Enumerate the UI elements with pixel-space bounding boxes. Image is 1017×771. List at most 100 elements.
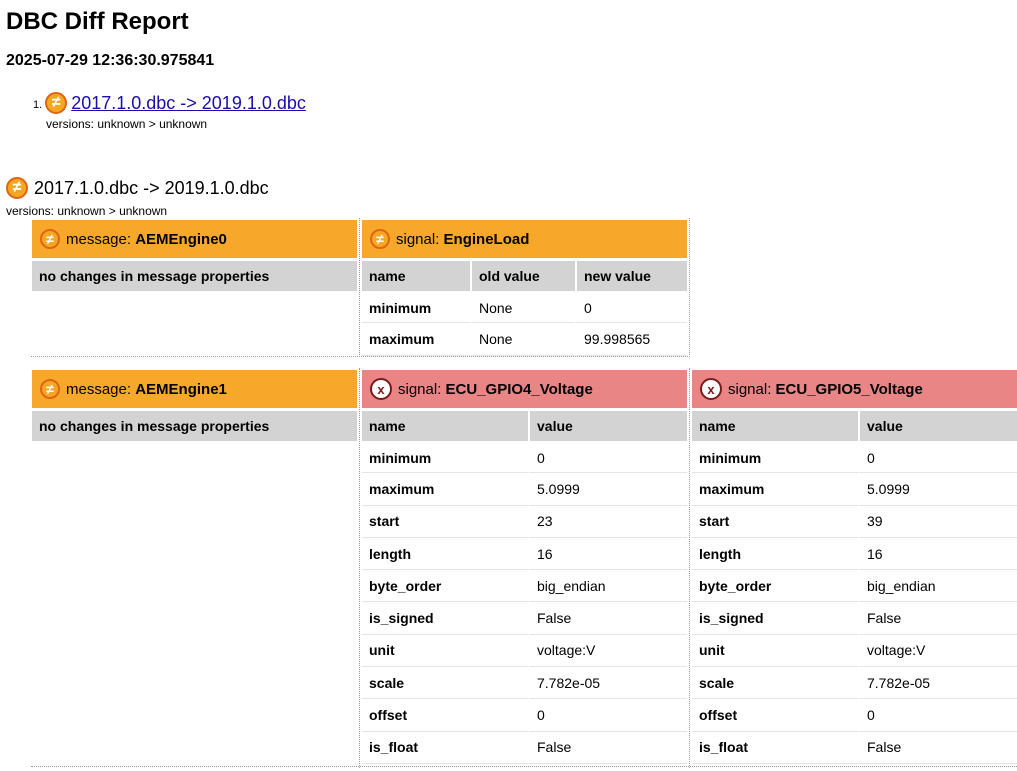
property-value: False	[528, 602, 687, 635]
property-name: scale	[692, 667, 858, 700]
property-name: length	[692, 538, 858, 571]
property-value: voltage:V	[858, 634, 1017, 668]
property-name: offset	[692, 699, 858, 732]
property-name: unit	[362, 635, 528, 668]
property-value: False	[858, 731, 1017, 764]
property-value: 5.0999	[528, 473, 687, 506]
column-header-old-value: old value	[470, 261, 575, 291]
column-divider	[689, 368, 690, 768]
table-row: minimum 0	[362, 441, 687, 474]
toc-item-versions: versions: unknown > unknown	[46, 117, 208, 131]
column-header-new-value: new value	[575, 261, 687, 291]
property-value: 0	[858, 699, 1017, 732]
property-value: big_endian	[528, 570, 687, 603]
no-changes-row: no changes in message properties	[32, 261, 357, 291]
property-value: 39	[858, 505, 1017, 538]
table-row: unit voltage:V	[362, 634, 687, 668]
signal-block: x signal: ECU_GPIO4_Voltage name value m…	[362, 370, 687, 764]
signal-block: x signal: ECU_GPIO5_Voltage name value m…	[692, 370, 1017, 764]
message-prefix: message:	[66, 380, 132, 398]
message-block: ≠ message: AEMEngine1 no changes in mess…	[32, 370, 357, 441]
property-value: False	[858, 602, 1017, 635]
signal-header: x signal: ECU_GPIO4_Voltage	[362, 370, 687, 408]
property-name: byte_order	[692, 570, 858, 603]
message-block: ≠ message: AEMEngine0 no changes in mess…	[32, 220, 357, 291]
property-value: 7.782e-05	[858, 667, 1017, 700]
not-equal-icon: ≠	[40, 379, 60, 399]
property-value: 16	[528, 537, 687, 571]
message-name: AEMEngine0	[135, 230, 227, 248]
signal-prefix: signal:	[396, 230, 440, 248]
table-row: start 39	[692, 505, 1017, 538]
column-header-name: name	[362, 261, 470, 291]
not-equal-icon: ≠	[6, 177, 28, 199]
table-of-contents: 1. ≠ 2017.1.0.dbc -> 2019.1.0.dbc versio…	[33, 92, 306, 131]
column-header-value: value	[528, 411, 687, 441]
property-value: False	[528, 731, 687, 764]
table-row: offset 0	[362, 699, 687, 732]
removed-x-icon: x	[700, 378, 722, 400]
property-value: 0	[528, 699, 687, 732]
removed-x-icon: x	[370, 378, 392, 400]
property-value: 5.0999	[858, 473, 1017, 506]
table-row: minimum 0	[692, 441, 1017, 474]
table-row: minimum None 0	[362, 291, 687, 324]
column-divider	[359, 368, 360, 768]
signal-table: name old value new value minimum None 0 …	[362, 261, 687, 356]
property-name: minimum	[692, 441, 858, 474]
property-value: voltage:V	[528, 634, 687, 668]
signal-block: ≠ signal: EngineLoad name old value new …	[362, 220, 687, 356]
property-name: maximum	[692, 473, 858, 506]
table-row: length 16	[692, 537, 1017, 571]
table-row: offset 0	[692, 699, 1017, 732]
table-row: is_float False	[692, 731, 1017, 764]
table-row: maximum 5.0999	[692, 473, 1017, 506]
property-name: is_signed	[692, 602, 858, 635]
signal-name: ECU_GPIO4_Voltage	[445, 380, 593, 398]
column-header-name: name	[362, 411, 528, 441]
property-name: minimum	[362, 291, 470, 324]
property-name: is_float	[362, 732, 528, 764]
signal-table: name value minimum 0 maximum 5.0999 start 2…	[362, 411, 687, 764]
table-row: byte_order big_endian	[362, 570, 687, 603]
no-changes-row: no changes in message properties	[32, 411, 357, 441]
property-name: maximum	[362, 473, 528, 506]
table-row: maximum 5.0999	[362, 473, 687, 506]
signal-header: ≠ signal: EngineLoad	[362, 220, 687, 258]
message-prefix: message:	[66, 230, 132, 248]
table-row: unit voltage:V	[692, 634, 1017, 668]
new-value: 0	[575, 291, 687, 324]
property-name: minimum	[362, 441, 528, 474]
report-title: DBC Diff Report	[6, 8, 189, 35]
property-value: 0	[528, 441, 687, 474]
property-name: length	[362, 538, 528, 571]
column-divider	[359, 218, 360, 357]
property-name: offset	[362, 699, 528, 732]
not-equal-icon: ≠	[45, 92, 68, 114]
table-row: scale 7.782e-05	[692, 667, 1017, 700]
property-name: byte_order	[362, 570, 528, 603]
signal-prefix: signal:	[728, 380, 772, 398]
section-title: 2017.1.0.dbc -> 2019.1.0.dbc	[34, 177, 269, 198]
message-header: ≠ message: AEMEngine0	[32, 220, 357, 258]
report-timestamp: 2025-07-29 12:36:30.975841	[6, 52, 215, 69]
property-name: scale	[362, 667, 528, 700]
old-value: None	[470, 291, 575, 324]
table-row: maximum None 99.998565	[362, 323, 687, 356]
column-header-name: name	[692, 411, 858, 441]
toc-link[interactable]: 2017.1.0.dbc -> 2019.1.0.dbc	[71, 93, 306, 114]
property-name: is_signed	[362, 602, 528, 635]
table-row: is_float False	[362, 731, 687, 764]
old-value: None	[470, 323, 575, 356]
section-versions: versions: unknown > unknown	[6, 204, 168, 218]
section-heading: ≠ 2017.1.0.dbc -> 2019.1.0.dbc	[6, 177, 269, 199]
property-name: start	[362, 506, 528, 538]
signal-name: EngineLoad	[443, 230, 530, 248]
table-row: is_signed False	[362, 602, 687, 635]
table-row: byte_order big_endian	[692, 570, 1017, 603]
message-header: ≠ message: AEMEngine1	[32, 370, 357, 408]
table-row: is_signed False	[692, 602, 1017, 635]
signal-table: name value minimum 0 maximum 5.0999 start 3…	[692, 411, 1017, 764]
signal-name: ECU_GPIO5_Voltage	[775, 380, 923, 398]
not-equal-icon: ≠	[370, 229, 390, 249]
